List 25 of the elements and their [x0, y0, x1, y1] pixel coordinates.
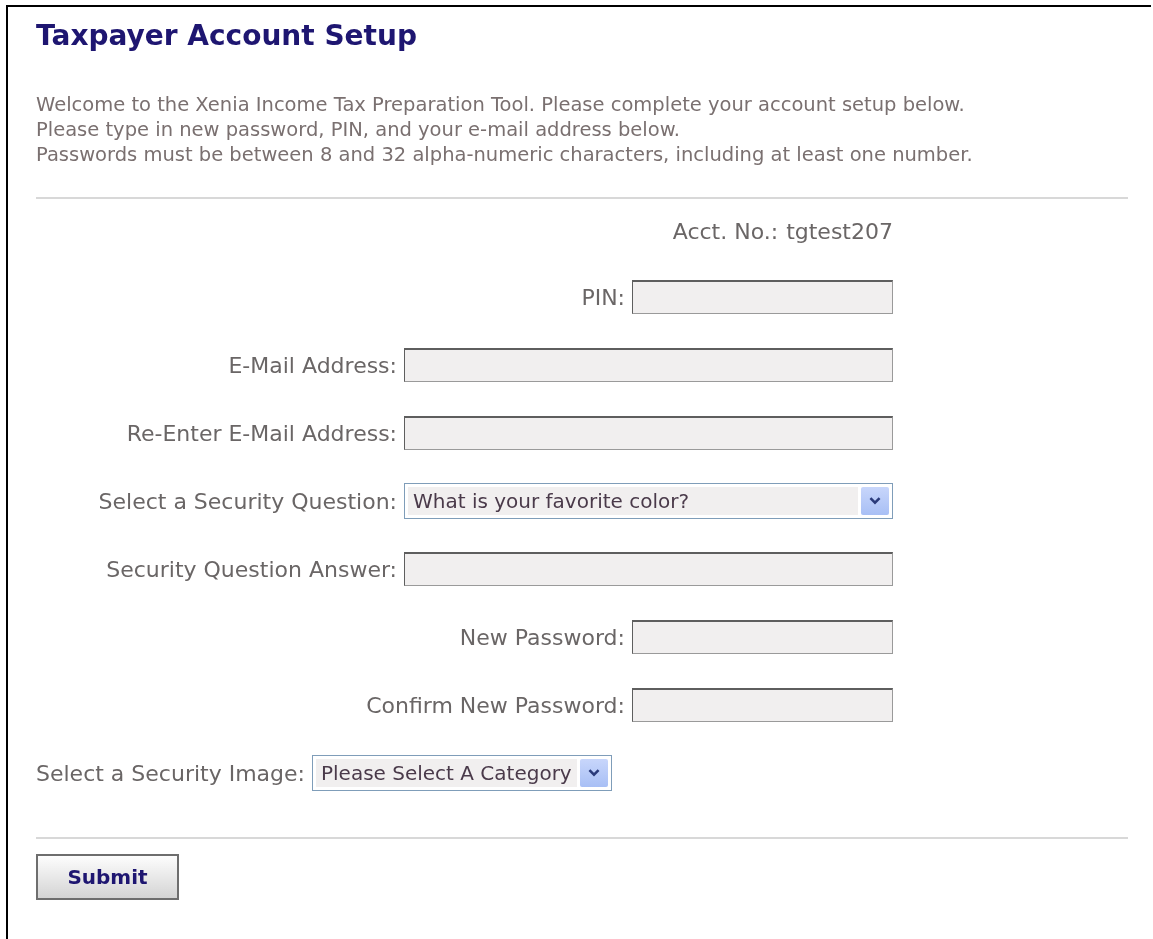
field-label: Re-Enter E-Mail Address: — [126, 420, 397, 446]
account-label: Acct. No.: — [672, 218, 779, 244]
instruction-text: Please type in new password, PIN, and your e-mail address below. — [36, 117, 681, 142]
submit-button[interactable]: Submit — [36, 854, 179, 900]
field-label: Security Question Answer: — [106, 556, 397, 582]
instruction-text: Passwords must be between 8 and 32 alpha-numeric characters, including at least one number. — [36, 142, 974, 167]
field-label: Confirm New Password: — [366, 692, 625, 718]
input-field[interactable] — [404, 416, 893, 450]
page-title: Taxpayer Account Setup — [36, 19, 418, 52]
chevron-down-icon — [587, 769, 600, 777]
field-label: New Password: — [459, 624, 625, 650]
field-label: PIN: — [581, 284, 625, 310]
field-label: Select a Security Question: — [98, 488, 397, 514]
input-field[interactable] — [632, 688, 893, 722]
field-label: Select a Security Image: — [36, 760, 305, 786]
dropdown[interactable]: What is your favorite color? — [404, 483, 893, 519]
instruction-text: Welcome to the Xenia Income Tax Preparation Tool. Please complete your account setup below. — [36, 92, 966, 117]
dropdown[interactable]: Please Select A Category — [312, 755, 612, 791]
input-field[interactable] — [632, 280, 893, 314]
chevron-down-icon — [869, 497, 881, 505]
input-field[interactable] — [632, 620, 893, 654]
account-number: tgtest207 — [786, 218, 893, 244]
field-label: E-Mail Address: — [228, 352, 397, 378]
input-field[interactable] — [404, 552, 893, 586]
input-field[interactable] — [404, 348, 893, 382]
